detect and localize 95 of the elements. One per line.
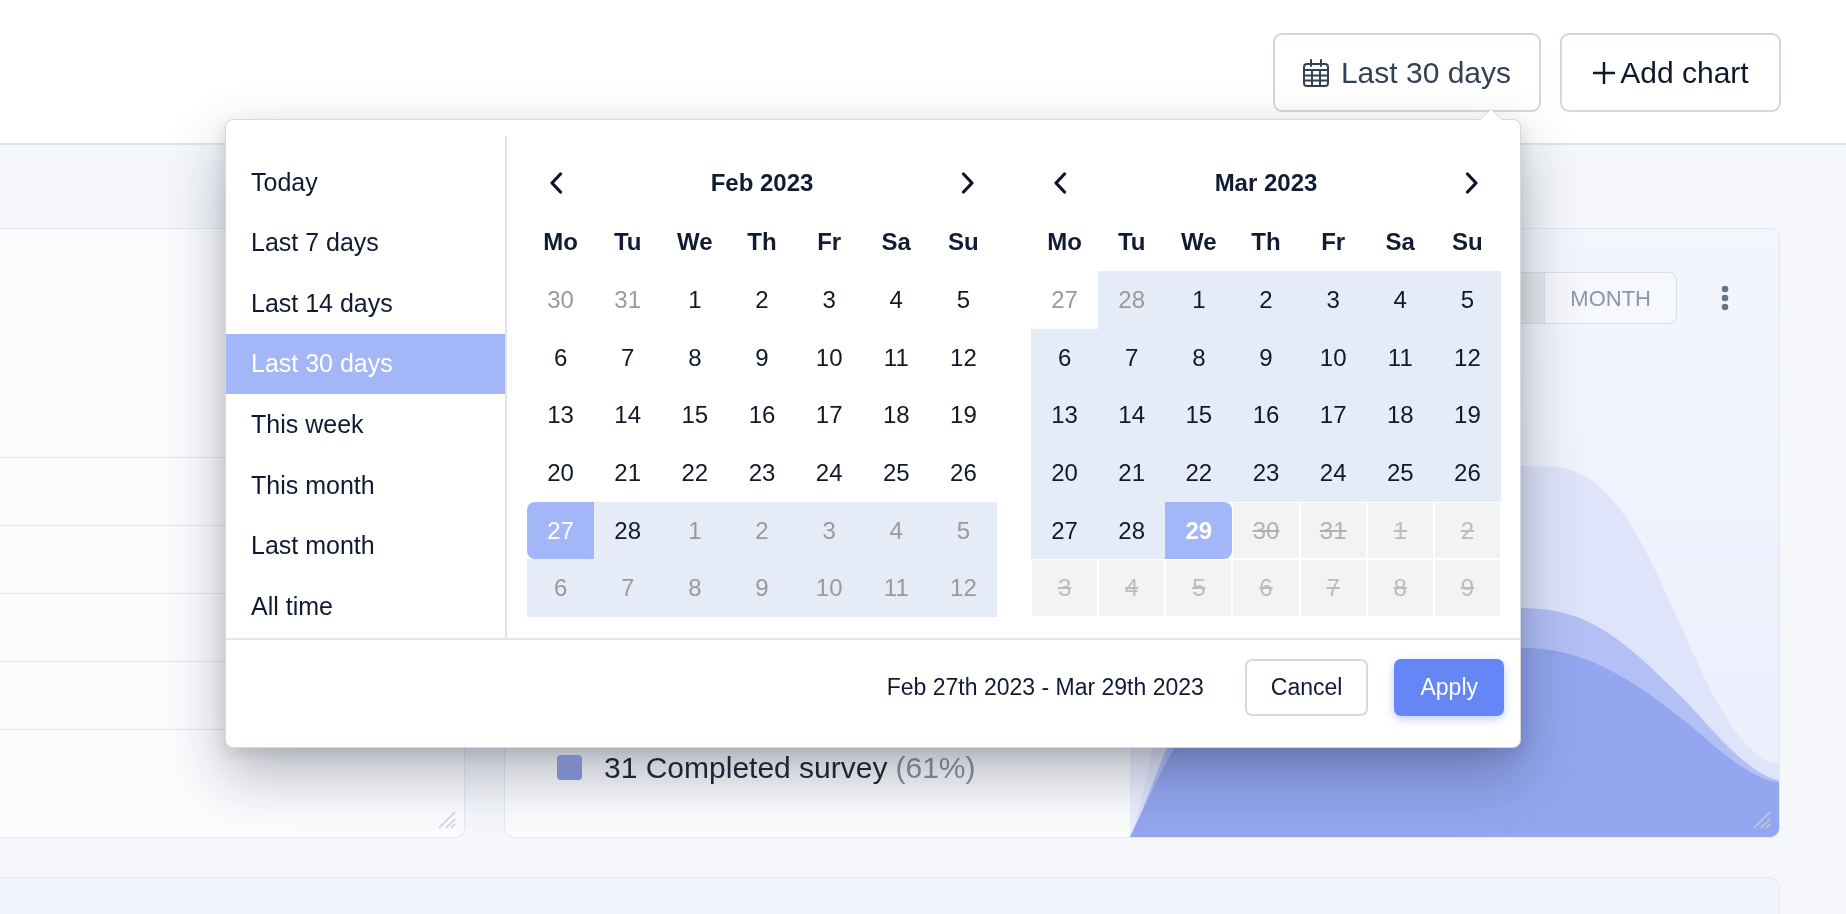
calendar-day[interactable]: 20 (527, 444, 595, 502)
preset-option[interactable]: All time (226, 576, 505, 637)
calendar-day[interactable]: 5 (1433, 271, 1501, 329)
weekday-label: Tu (1116, 226, 1147, 257)
chevron-left-icon (549, 172, 563, 194)
calendar-day[interactable]: 21 (594, 444, 662, 502)
weekday-label: Sa (1384, 226, 1416, 257)
legend-percent: (61%) (895, 750, 976, 786)
calendar-day[interactable]: 18 (1366, 386, 1434, 445)
resize-handle-icon (438, 811, 456, 829)
preset-option[interactable]: Last month (226, 515, 505, 577)
month-title: Feb 2023 (710, 168, 814, 198)
calendar-day[interactable]: 12 (1433, 328, 1501, 387)
preset-option[interactable]: Last 7 days (226, 212, 505, 274)
calendar-icon (1302, 58, 1329, 87)
calendar-day[interactable]: 19 (1433, 386, 1501, 445)
calendar-day[interactable]: 28 (594, 501, 662, 560)
calendar-day[interactable]: 25 (1366, 444, 1434, 502)
calendar-day[interactable]: 11 (862, 328, 930, 387)
calendar-day[interactable]: 13 (1031, 386, 1099, 445)
calendar-day[interactable]: 28 (1098, 501, 1166, 560)
preset-option[interactable]: Today (226, 152, 505, 213)
calendar-day[interactable]: 20 (1031, 444, 1099, 502)
calendar-day[interactable]: 26 (929, 444, 997, 502)
calendar-day[interactable]: 4 (862, 271, 930, 329)
weekday-label: We (676, 226, 714, 257)
weekday-label: Su (947, 226, 980, 257)
chevron-left-icon (1053, 172, 1067, 194)
calendar-day[interactable]: 10 (1299, 328, 1367, 387)
month-title: Mar 2023 (1214, 168, 1318, 198)
calendar-day[interactable]: 16 (728, 386, 796, 445)
calendar-day[interactable]: 18 (862, 386, 930, 445)
calendar-day[interactable]: 22 (661, 444, 729, 502)
weekday-label: Fr (816, 226, 843, 257)
calendar-day[interactable]: 7 (1098, 328, 1166, 387)
calendar-day[interactable]: 15 (661, 386, 729, 445)
weekday-label: We (1180, 226, 1218, 257)
calendar-day[interactable]: 3 (795, 271, 863, 329)
calendar-day[interactable]: 8 (1165, 328, 1233, 387)
calendar-day[interactable]: 3 (1299, 271, 1367, 329)
chevron-right-icon (961, 172, 975, 194)
calendar-day[interactable]: 10 (795, 328, 863, 387)
weekday-label: Fr (1320, 226, 1347, 257)
date-range-text: Feb 27th 2023 - Mar 29th 2023 (886, 673, 1204, 703)
calendar-day[interactable]: 1 (1165, 271, 1233, 329)
calendar-day[interactable]: 22 (1165, 444, 1233, 502)
calendar-day[interactable]: 25 (862, 444, 930, 502)
calendar-day[interactable]: 15 (1165, 386, 1233, 445)
calendar-day[interactable]: 26 (1433, 444, 1501, 502)
preset-option[interactable]: Last 14 days (226, 273, 505, 334)
calendar-day[interactable]: 1 (661, 271, 729, 329)
add-chart-button[interactable]: Add chart (1560, 33, 1781, 112)
calendar-day[interactable]: 14 (1098, 386, 1166, 445)
calendar-day[interactable]: 4 (1366, 271, 1434, 329)
legend-label: 31 Completed survey (604, 750, 888, 786)
calendar-day[interactable]: 6 (1031, 328, 1099, 387)
calendar-day[interactable]: 21 (1098, 444, 1166, 502)
calendar-day[interactable]: 11 (1366, 328, 1434, 387)
calendar-day[interactable]: 2 (728, 271, 796, 329)
calendar-day[interactable]: 24 (1299, 444, 1367, 502)
weekday-label: Sa (880, 226, 912, 257)
weekday-label: Th (1250, 226, 1282, 257)
plus-icon (1592, 60, 1617, 85)
calendar-day[interactable]: 12 (929, 328, 997, 387)
calendar-day[interactable]: 24 (795, 444, 863, 502)
kebab-icon (1721, 285, 1729, 311)
cancel-button[interactable]: Cancel (1244, 659, 1369, 716)
weekday-label: Mo (1046, 226, 1083, 257)
calendar-day[interactable]: 19 (929, 386, 997, 445)
calendar-day[interactable]: 2 (1232, 271, 1300, 329)
calendar-day[interactable]: 9 (728, 328, 796, 387)
weekday-label: Tu (612, 226, 643, 257)
calendar-day: 31 (1299, 501, 1367, 560)
weekday-label: Th (746, 226, 778, 257)
calendar-day[interactable]: 13 (527, 386, 595, 445)
calendar-day[interactable]: 27 (1031, 501, 1099, 560)
preset-option[interactable]: This month (226, 454, 505, 516)
calendar-day[interactable]: 7 (594, 328, 662, 387)
calendar-day: 30 (1232, 501, 1300, 560)
calendar-day[interactable]: 17 (1299, 386, 1367, 445)
preset-option[interactable]: This week (226, 394, 505, 455)
chevron-right-icon (1465, 172, 1479, 194)
calendar-day[interactable]: 9 (1232, 328, 1300, 387)
calendar-day[interactable]: 16 (1232, 386, 1300, 445)
calendar-day[interactable]: 5 (929, 271, 997, 329)
calendar-day[interactable]: 23 (728, 444, 796, 502)
weekday-label: Su (1451, 226, 1484, 257)
calendar-day[interactable]: 14 (594, 386, 662, 445)
calendar-day[interactable]: 23 (1232, 444, 1300, 502)
calendar-day[interactable]: 17 (795, 386, 863, 445)
weekday-label: Mo (542, 226, 579, 257)
date-range-button[interactable]: Last 30 days (1273, 33, 1541, 112)
calendar-day[interactable]: 6 (527, 328, 595, 387)
resize-handle-icon (1753, 811, 1771, 829)
calendar-day[interactable]: 8 (661, 328, 729, 387)
